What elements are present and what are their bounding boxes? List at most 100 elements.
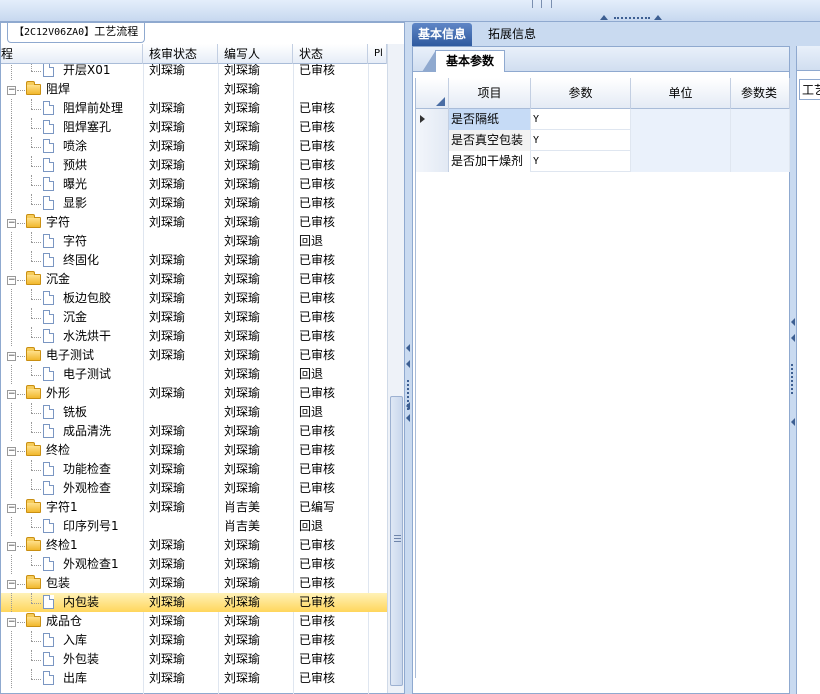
tree-row[interactable]: 印序列号1 肖吉美 回退 [1, 517, 387, 536]
far-panel-tab[interactable]: 工艺 [799, 79, 820, 100]
collapse-left-arrow-icon-2[interactable] [406, 360, 410, 368]
tree-node[interactable]: 开层X01 [1, 64, 143, 80]
collapse-left-arrow-icon-7[interactable] [791, 418, 795, 426]
tree-node[interactable]: 曝光 [1, 175, 143, 194]
tree-vertical-scrollbar[interactable] [387, 44, 404, 693]
tree-node[interactable]: 铣板 [1, 403, 143, 422]
column-header-process[interactable]: 程 [1, 44, 143, 64]
scrollbar-thumb[interactable] [390, 396, 403, 686]
tree-folder-row[interactable]: − 包装 刘琛瑜 刘琛瑜 已审核 [1, 574, 387, 593]
tree-row[interactable]: 内包装 刘琛瑜 刘琛瑜 已审核 [1, 593, 387, 612]
column-header-param[interactable]: 参数 [531, 78, 631, 109]
tree-node[interactable]: 阻焊前处理 [1, 99, 143, 118]
column-header-review-status[interactable]: 核审状态 [143, 44, 218, 64]
tree-row[interactable]: 显影 刘琛瑜 刘琛瑜 已审核 [1, 194, 387, 213]
param-unit-cell[interactable] [631, 130, 731, 151]
param-item-cell[interactable]: 是否真空包装 [449, 130, 531, 151]
tree-folder-row[interactable]: − 字符 刘琛瑜 刘琛瑜 已审核 [1, 213, 387, 232]
tree-node[interactable]: − 阻焊 [1, 80, 143, 99]
param-value-cell[interactable]: Y [531, 130, 631, 151]
tab-extended-info[interactable]: 拓展信息 [482, 23, 542, 46]
tree-node[interactable]: − 字符 [1, 213, 143, 232]
tree-row[interactable]: 入库 刘琛瑜 刘琛瑜 已审核 [1, 631, 387, 650]
tree-folder-row[interactable]: − 外形 刘琛瑜 刘琛瑜 已审核 [1, 384, 387, 403]
tree-folder-row[interactable]: − 电子测试 刘琛瑜 刘琛瑜 已审核 [1, 346, 387, 365]
tree-node[interactable]: 出库 [1, 669, 143, 688]
tree-node[interactable]: − 包装 [1, 574, 143, 593]
tree-node[interactable]: 外观检查 [1, 479, 143, 498]
tree-node[interactable]: 功能检查 [1, 460, 143, 479]
tree-row[interactable]: 铣板 刘琛瑜 回退 [1, 403, 387, 422]
column-header-item[interactable]: 项目 [449, 78, 531, 109]
tree-node[interactable]: 成品清洗 [1, 422, 143, 441]
tree-row[interactable]: 外观检查 刘琛瑜 刘琛瑜 已审核 [1, 479, 387, 498]
tree-node[interactable]: − 字符1 [1, 498, 143, 517]
tree-node[interactable]: 预烘 [1, 156, 143, 175]
tree-row[interactable]: 终固化 刘琛瑜 刘琛瑜 已审核 [1, 251, 387, 270]
tree-node[interactable]: − 外形 [1, 384, 143, 403]
tree-folder-row[interactable]: − 阻焊 刘琛瑜 [1, 80, 387, 99]
column-header-author[interactable]: 编写人 [218, 44, 293, 64]
tree-node[interactable]: − 成品仓 [1, 612, 143, 631]
tree-row[interactable]: 外观检查1 刘琛瑜 刘琛瑜 已审核 [1, 555, 387, 574]
row-indicator[interactable] [416, 130, 449, 151]
tree-row[interactable]: 成品清洗 刘琛瑜 刘琛瑜 已审核 [1, 422, 387, 441]
param-item-cell[interactable]: 是否加干燥剂 [449, 151, 531, 172]
collapse-node-icon[interactable]: − [7, 352, 16, 361]
select-all-corner-icon[interactable] [416, 78, 449, 109]
collapse-node-icon[interactable]: − [7, 542, 16, 551]
tree-row[interactable]: 开层X01 刘琛瑜 刘琛瑜 已审核 [1, 64, 387, 80]
tree-node[interactable]: 沉金 [1, 308, 143, 327]
collapse-left-arrow-icon-4[interactable] [406, 402, 410, 410]
tree-node[interactable]: 印序列号1 [1, 517, 143, 536]
param-type-cell[interactable] [731, 109, 790, 130]
collapse-node-icon[interactable]: − [7, 390, 16, 399]
tree-node[interactable]: 外观检查1 [1, 555, 143, 574]
drag-handle-icon[interactable] [614, 17, 650, 20]
tree-node[interactable]: 水洗烘干 [1, 327, 143, 346]
tree-folder-row[interactable]: − 终检1 刘琛瑜 刘琛瑜 已审核 [1, 536, 387, 555]
tree-row[interactable]: 水洗烘干 刘琛瑜 刘琛瑜 已审核 [1, 327, 387, 346]
param-unit-cell[interactable] [631, 151, 731, 172]
tree-node[interactable]: 电子测试 [1, 365, 143, 384]
tree-row[interactable]: 曝光 刘琛瑜 刘琛瑜 已审核 [1, 175, 387, 194]
row-indicator[interactable] [416, 151, 449, 172]
tree-node[interactable]: − 沉金 [1, 270, 143, 289]
tree-row[interactable]: 外包装 刘琛瑜 刘琛瑜 已审核 [1, 650, 387, 669]
collapse-left-arrow-icon-5[interactable] [791, 318, 795, 326]
tree-node[interactable]: − 电子测试 [1, 346, 143, 365]
column-header-status[interactable]: 状态 [293, 44, 368, 64]
tree-row[interactable]: 出库 刘琛瑜 刘琛瑜 已审核 [1, 669, 387, 688]
param-row[interactable]: 是否真空包装 Y [416, 130, 790, 151]
param-row[interactable]: 是否加干燥剂 Y [416, 151, 790, 172]
column-header-unit[interactable]: 单位 [631, 78, 731, 109]
collapse-left-arrow-icon-6[interactable] [791, 334, 795, 342]
param-unit-cell[interactable] [631, 109, 731, 130]
tree-row[interactable]: 板边包胶 刘琛瑜 刘琛瑜 已审核 [1, 289, 387, 308]
tree-folder-row[interactable]: − 沉金 刘琛瑜 刘琛瑜 已审核 [1, 270, 387, 289]
tree-row[interactable]: 电子测试 刘琛瑜 回退 [1, 365, 387, 384]
column-header-pl[interactable]: Pl [368, 44, 387, 64]
tree-folder-row[interactable]: − 终检 刘琛瑜 刘琛瑜 已审核 [1, 441, 387, 460]
tree-row[interactable]: 预烘 刘琛瑜 刘琛瑜 已审核 [1, 156, 387, 175]
collapse-left-arrow-icon[interactable] [406, 344, 410, 352]
tree-node[interactable]: − 终检1 [1, 536, 143, 555]
collapse-node-icon[interactable]: − [7, 447, 16, 456]
splitter-grip-icon[interactable] [532, 0, 552, 8]
tree-folder-row[interactable]: − 成品仓 刘琛瑜 刘琛瑜 已审核 [1, 612, 387, 631]
tab-basic-params[interactable]: 基本参数 [421, 50, 506, 72]
splitter-drag-icon-2[interactable] [791, 364, 793, 394]
tree-row[interactable]: 字符 刘琛瑜 回退 [1, 232, 387, 251]
param-value-cell[interactable]: Y [531, 151, 631, 172]
tree-row[interactable]: 喷涂 刘琛瑜 刘琛瑜 已审核 [1, 137, 387, 156]
param-type-cell[interactable] [731, 151, 790, 172]
tab-basic-info[interactable]: 基本信息 [412, 23, 473, 46]
tree-node[interactable]: 显影 [1, 194, 143, 213]
tree-node[interactable]: 喷涂 [1, 137, 143, 156]
tree-node[interactable]: 外包装 [1, 650, 143, 669]
row-indicator[interactable] [416, 109, 449, 130]
tree-node[interactable]: 板边包胶 [1, 289, 143, 308]
tree-node[interactable]: 入库 [1, 631, 143, 650]
tree-folder-row[interactable]: − 字符1 刘琛瑜 肖吉美 已编写 [1, 498, 387, 517]
param-type-cell[interactable] [731, 130, 790, 151]
